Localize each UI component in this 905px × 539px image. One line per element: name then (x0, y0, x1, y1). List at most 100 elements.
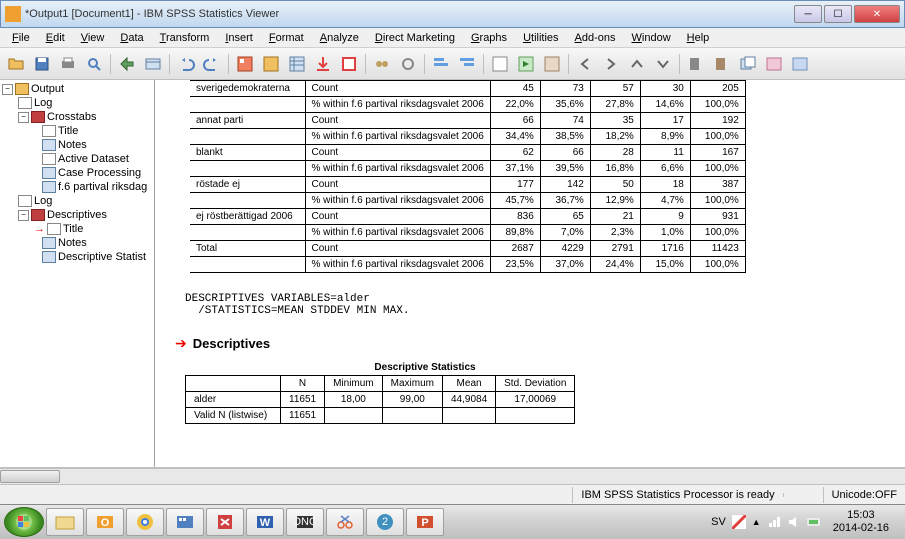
menu-add-ons[interactable]: Add-ons (567, 30, 624, 46)
tree-desc-stat[interactable]: Descriptive Statist (58, 251, 146, 263)
tree-desc-notes[interactable]: Notes (58, 237, 87, 249)
table-icon (42, 181, 56, 193)
nav-down-button[interactable] (651, 52, 675, 76)
svg-text:P: P (421, 517, 428, 529)
outline-pane[interactable]: − Output Log − Crosstabs Title Notes Activ… (0, 80, 155, 467)
task-explorer[interactable] (46, 508, 84, 536)
task-app1[interactable] (166, 508, 204, 536)
task-snip[interactable] (326, 508, 364, 536)
save-button[interactable] (30, 52, 54, 76)
tb-icon-c[interactable] (736, 52, 760, 76)
tree-log2[interactable]: Log (34, 195, 52, 207)
tree-partival[interactable]: f.6 partival riksdag (58, 181, 147, 193)
menu-edit[interactable]: Edit (38, 30, 73, 46)
print-button[interactable] (56, 52, 80, 76)
tree-notes[interactable]: Notes (58, 139, 87, 151)
show-hide-button[interactable] (488, 52, 512, 76)
task-powerpoint[interactable]: P (406, 508, 444, 536)
viewer-pane[interactable]: sverigedemokraternaCount45735730205% wit… (155, 80, 905, 467)
promote-button[interactable] (429, 52, 453, 76)
task-chrome[interactable] (126, 508, 164, 536)
output-icon (15, 83, 29, 95)
menu-transform[interactable]: Transform (152, 30, 218, 46)
log-icon (18, 195, 32, 207)
run-script-button[interactable] (514, 52, 538, 76)
network-icon[interactable] (767, 515, 781, 529)
tree-case-processing[interactable]: Case Processing (58, 167, 141, 179)
clock-date: 2014-02-16 (833, 522, 889, 535)
tree-crosstabs[interactable]: Crosstabs (47, 111, 97, 123)
menu-utilities[interactable]: Utilities (515, 30, 566, 46)
menu-view[interactable]: View (73, 30, 113, 46)
window-title: *Output1 [Document1] - IBM SPSS Statisti… (25, 8, 794, 20)
task-word[interactable]: W (246, 508, 284, 536)
minimize-button[interactable]: ─ (794, 5, 822, 23)
tb-icon-d[interactable] (762, 52, 786, 76)
menu-direct-marketing[interactable]: Direct Marketing (367, 30, 463, 46)
tree-log[interactable]: Log (34, 97, 52, 109)
flag-icon[interactable] (732, 515, 746, 529)
tree-desc-title[interactable]: Title (63, 223, 83, 235)
redo-button[interactable] (200, 52, 224, 76)
designate-button[interactable] (396, 52, 420, 76)
menu-graphs[interactable]: Graphs (463, 30, 515, 46)
nav-up-button[interactable] (625, 52, 649, 76)
start-button[interactable] (4, 507, 44, 537)
tree-collapse-icon[interactable]: − (2, 84, 13, 95)
page-icon (42, 153, 56, 165)
notes-icon (42, 139, 56, 151)
associate-button[interactable] (370, 52, 394, 76)
menu-file[interactable]: File (4, 30, 38, 46)
notes-icon (42, 237, 56, 249)
export-button[interactable] (115, 52, 139, 76)
menu-format[interactable]: Format (261, 30, 312, 46)
task-outlook[interactable]: O (86, 508, 124, 536)
status-unicode: Unicode:OFF (823, 487, 905, 503)
menu-window[interactable]: Window (624, 30, 679, 46)
variables-button[interactable] (285, 52, 309, 76)
horizontal-scrollbar[interactable] (0, 468, 905, 484)
nav-forward-button[interactable] (599, 52, 623, 76)
menu-insert[interactable]: Insert (217, 30, 261, 46)
task-app2[interactable]: 2 (366, 508, 404, 536)
goto-case-button[interactable] (259, 52, 283, 76)
tree-output[interactable]: Output (31, 83, 64, 95)
descriptives-heading: Descriptives (193, 336, 270, 351)
tb-icon-e[interactable] (788, 52, 812, 76)
scrollbar-thumb[interactable] (0, 470, 60, 483)
tree-title[interactable]: Title (58, 125, 78, 137)
sound-icon[interactable] (787, 515, 801, 529)
task-sonos[interactable]: SONOS (286, 508, 324, 536)
select-last-button[interactable] (337, 52, 361, 76)
crosstab-table: sverigedemokraternaCount45735730205% wit… (190, 80, 746, 273)
menu-analyze[interactable]: Analyze (312, 30, 367, 46)
book-icon (31, 209, 45, 221)
menu-help[interactable]: Help (679, 30, 718, 46)
create-edit-button[interactable] (540, 52, 564, 76)
maximize-button[interactable]: ☐ (824, 5, 852, 23)
tree-active-dataset[interactable]: Active Dataset (58, 153, 129, 165)
undo-button[interactable] (174, 52, 198, 76)
goto-data-button[interactable] (233, 52, 257, 76)
demote-button[interactable] (455, 52, 479, 76)
tb-icon-a[interactable] (684, 52, 708, 76)
syntax-block: DESCRIPTIVES VARIABLES=alder /STATISTICS… (185, 293, 875, 317)
tree-descriptives[interactable]: Descriptives (47, 209, 107, 221)
open-button[interactable] (4, 52, 28, 76)
tray-lang[interactable]: SV (711, 516, 726, 528)
tree-collapse-icon[interactable]: − (18, 210, 29, 221)
table-icon (42, 251, 56, 263)
print-preview-button[interactable] (82, 52, 106, 76)
close-button[interactable]: ✕ (854, 5, 900, 23)
tb-icon-b[interactable] (710, 52, 734, 76)
insert-heading-button[interactable] (311, 52, 335, 76)
menu-data[interactable]: Data (112, 30, 151, 46)
task-pdf[interactable] (206, 508, 244, 536)
nav-back-button[interactable] (573, 52, 597, 76)
tree-collapse-icon[interactable]: − (18, 112, 29, 123)
tray-expand-icon[interactable]: ▲ (752, 517, 761, 527)
recall-dialog-button[interactable] (141, 52, 165, 76)
battery-icon[interactable] (807, 515, 821, 529)
page-icon (42, 125, 56, 137)
taskbar-clock[interactable]: 15:03 2014-02-16 (827, 509, 895, 535)
